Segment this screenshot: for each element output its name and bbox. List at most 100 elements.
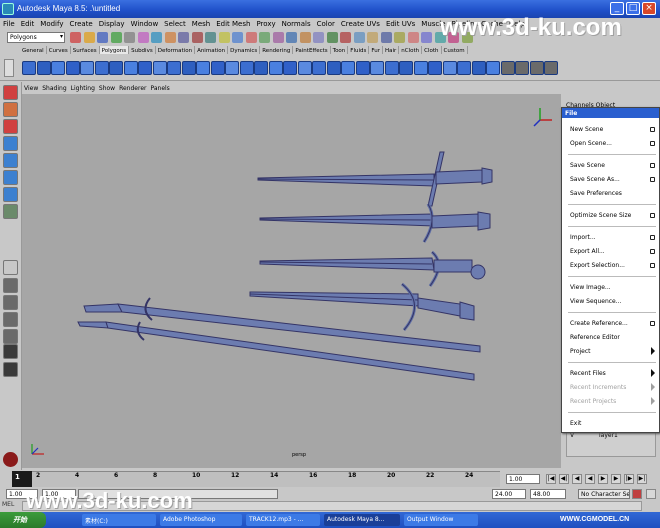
status-tool-icon[interactable] [178,32,189,43]
shelf-tool-icon[interactable] [36,61,51,75]
shelf-tool-icon[interactable] [471,61,486,75]
toolbox-tool-icon[interactable] [3,85,18,100]
tab-general[interactable]: General [20,46,47,54]
shelf-tool-icon[interactable] [442,61,457,75]
shelf-tool-icon[interactable] [239,61,254,75]
menu-normals[interactable]: Normals [279,18,314,28]
file-menu-item-exit[interactable]: Exit [570,420,581,427]
status-tool-icon[interactable] [380,32,392,43]
shelf-tool-icon[interactable] [65,61,80,75]
tab-cloth[interactable]: Cloth [422,46,442,54]
taskbar-task[interactable]: Output Window [404,514,478,526]
shelf-tool-icon[interactable] [326,61,341,75]
shelf-tool-icon[interactable] [196,61,210,75]
shelf-tool-icon[interactable] [312,61,326,75]
toolbox-tool-icon[interactable] [3,295,18,310]
shelf-tool-icon[interactable] [428,61,442,75]
menu-proxy[interactable]: Proxy [253,18,278,28]
shelf-tool-icon[interactable] [181,61,196,75]
menu-file[interactable]: File [0,18,18,28]
shelf-tool-icon[interactable] [500,61,515,75]
toolbox-tool-icon[interactable] [3,362,18,377]
shelf-tool-icon[interactable] [22,61,36,75]
status-tool-icon[interactable] [340,32,351,43]
step-forward-key-icon[interactable]: |▶ [624,474,634,484]
shelf-tool-icon[interactable] [399,61,413,75]
option-box-icon[interactable] [650,127,655,132]
shelf-tool-icon[interactable] [486,61,500,75]
tab-animation[interactable]: Animation [195,46,229,54]
menu-modify[interactable]: Modify [37,18,66,28]
option-box-icon[interactable] [650,263,655,268]
current-frame-marker[interactable]: 1 [12,471,32,487]
shelf-tool-icon[interactable] [152,61,167,75]
tab-fluids[interactable]: Fluids [348,46,370,54]
panel-menu-renderer[interactable]: Renderer [117,83,148,92]
option-box-icon[interactable] [650,177,655,182]
status-tool-icon[interactable] [272,32,284,43]
tab-subdivs[interactable]: Subdivs [129,46,156,54]
option-box-icon[interactable] [650,321,655,326]
current-time-field[interactable]: 1.00 [506,474,540,484]
status-tool-icon[interactable] [326,32,338,43]
file-menu-item-recent-files[interactable]: Recent Files [570,369,655,377]
status-tool-icon[interactable] [205,32,216,43]
tab-custom[interactable]: Custom [442,46,468,54]
shelf-tool-icon[interactable] [138,61,152,75]
toolbox-tool-icon[interactable] [3,136,18,151]
option-box-icon[interactable] [650,235,655,240]
shelf-tool-icon[interactable] [384,61,399,75]
panel-menu-panels[interactable]: Panels [148,83,171,92]
menu-create-uvs[interactable]: Create UVs [338,18,383,28]
file-menu-item-save-preferences[interactable]: Save Preferences [570,190,622,197]
shelf-tool-icon[interactable] [167,61,181,75]
tab-rendering[interactable]: Rendering [260,46,294,54]
panel-menu-shading[interactable]: Shading [40,83,68,92]
status-tool-icon[interactable] [137,32,149,43]
shelf-tool-icon[interactable] [268,61,283,75]
shelf-tool-icon[interactable] [80,61,94,75]
shelf-tool-icon[interactable] [225,61,239,75]
status-tool-icon[interactable] [313,32,324,43]
status-tool-icon[interactable] [124,32,135,43]
shelf-tool-icon[interactable] [109,61,123,75]
taskbar-task[interactable]: Adobe Photoshop [160,514,242,526]
file-menu-item-export-all[interactable]: Export All... [570,248,655,255]
menu-edit-uvs[interactable]: Edit UVs [383,18,418,28]
play-back-icon[interactable]: ◀ [585,474,595,484]
status-tool-icon[interactable] [353,32,365,43]
toolbox-tool-icon[interactable] [3,187,18,202]
shelf-tool-icon[interactable] [297,61,312,75]
go-to-end-icon[interactable]: ▶| [637,474,647,484]
menu-color[interactable]: Color [314,18,338,28]
character-set-selector[interactable]: No Character Set [578,489,630,499]
file-menu-item-new-scene[interactable]: New Scene [570,126,655,133]
status-tool-icon[interactable] [394,32,405,43]
shelf-tool-icon[interactable] [94,61,109,75]
shelf-tool-icon[interactable] [51,61,65,75]
tab-fur[interactable]: Fur [369,46,383,54]
end-time-field[interactable]: 48.00 [530,489,566,499]
toolbox-tool-icon[interactable] [3,329,18,344]
playback-end-field[interactable]: 24.00 [492,489,526,499]
toolbox-tool-icon[interactable] [3,170,18,185]
status-tool-icon[interactable] [232,32,243,43]
panel-menu-lighting[interactable]: Lighting [69,83,97,92]
layer-visibility-toggle[interactable]: V [570,432,574,439]
panel-menu-show[interactable]: Show [97,83,117,92]
status-tool-icon[interactable] [367,32,378,43]
file-menu-item-project[interactable]: Project [570,347,655,355]
shelf-tool-icon[interactable] [355,61,370,75]
play-forward-icon[interactable]: ▶ [598,474,608,484]
status-tool-icon[interactable] [218,32,230,43]
tab-deformation[interactable]: Deformation [156,46,196,54]
file-menu-item-reference-editor[interactable]: Reference Editor [570,334,620,341]
taskbar-task[interactable]: TRACK12.mp3 - ... [246,514,320,526]
shelf-tool-icon[interactable] [457,61,471,75]
shelf-tool-icon[interactable] [283,61,297,75]
status-tool-icon[interactable] [191,32,203,43]
option-box-icon[interactable] [650,163,655,168]
shelf-tool-icon[interactable] [544,61,558,75]
toolbox-tool-icon[interactable] [3,312,18,327]
step-back-icon[interactable]: ◀ [572,474,582,484]
